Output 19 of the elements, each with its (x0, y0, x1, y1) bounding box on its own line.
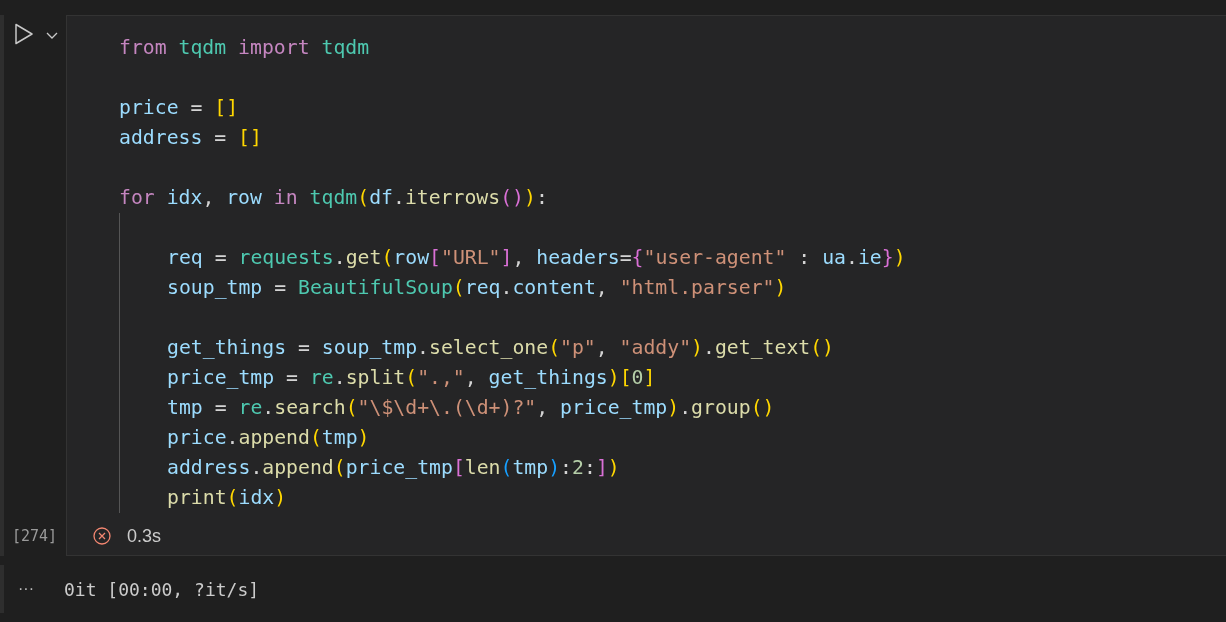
execution-count: [274] (11, 526, 59, 547)
code-line: price.append(tmp) (167, 425, 371, 451)
code-line: address = [] (119, 125, 263, 151)
code-line: price_tmp = re.split(".,", get_things)[0] (167, 365, 657, 391)
code-editor[interactable] (66, 15, 1226, 517)
run-icon[interactable] (14, 23, 34, 45)
output-menu[interactable]: ··· (4, 580, 64, 598)
chevron-down-icon[interactable] (46, 32, 58, 39)
output-text: 0it [00:00, ?it/s] (64, 578, 260, 600)
code-line: req = requests.get(row["URL"], headers={"user-agent" : ua.ie}) (167, 245, 907, 271)
code-line: price = [] (119, 95, 240, 121)
code-line: for idx, row in tqdm(df.iterrows()): (119, 185, 549, 211)
code-line: from tqdm import tqdm (119, 35, 371, 61)
code-line: print(idx) (167, 485, 288, 511)
code-line: get_things = soup_tmp.select_one("p", "addy").get_text() (167, 335, 836, 361)
code-line: soup_tmp = BeautifulSoup(req.content, "html.parser") (167, 275, 788, 301)
code-line: tmp = re.search("\$\d+\.(\d+)?", price_tmp).group() (167, 395, 776, 421)
execution-time: 0.3s (127, 525, 162, 547)
code-line: address.append(price_tmp[len(tmp):2:]) (167, 455, 621, 481)
